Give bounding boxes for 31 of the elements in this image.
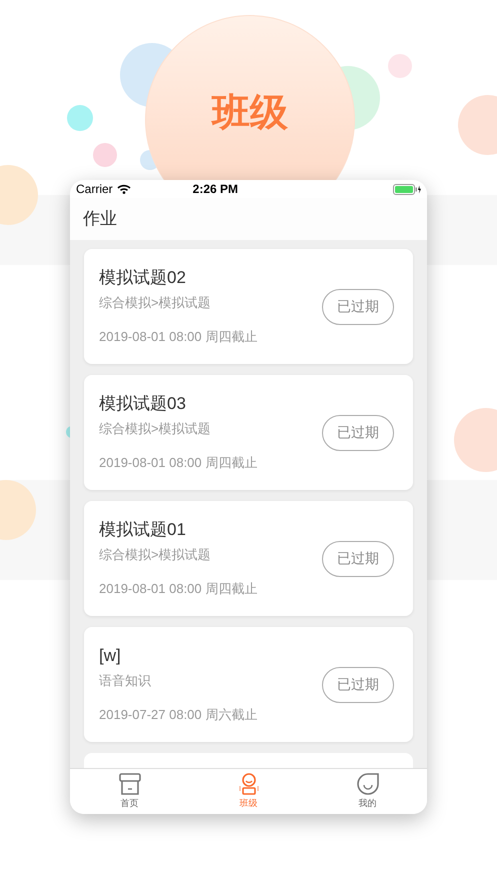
assignment-title: [w] (99, 645, 122, 667)
deadline-text: 2019-07-27 08:00 周六截止 (99, 706, 258, 724)
assignment-card[interactable]: 模拟试题03 综合模拟>模拟试题 2019-08-01 08:00 周四截止 已过期 (84, 375, 413, 490)
deadline-text: 2019-08-01 08:00 周四截止 (99, 454, 258, 472)
expired-button[interactable]: 已过期 (322, 666, 394, 702)
assignment-card[interactable]: 模拟试题02 综合模拟>模拟试题 2019-08-01 08:00 周四截止 已过期 (84, 249, 413, 364)
tab-item[interactable]: 我的 (308, 769, 427, 814)
carrier-text: Carrier (76, 181, 113, 198)
person-icon (236, 772, 260, 796)
header-title: 作业 (83, 208, 117, 230)
expired-button[interactable]: 已过期 (322, 288, 394, 324)
box-icon (118, 772, 142, 796)
assignment-title: 模拟试题01 (99, 519, 187, 541)
expired-button[interactable]: 已过期 (322, 414, 394, 450)
assignment-category: 综合模拟>模拟试题 (99, 420, 212, 438)
expired-button[interactable]: 已过期 (322, 540, 394, 576)
deadline-text: 2019-08-01 08:00 周四截止 (99, 580, 258, 598)
banner-title: 班级 (212, 94, 288, 136)
drop-icon (356, 772, 380, 796)
assignment-category: 语音知识 (99, 672, 152, 690)
assignment-card[interactable]: 模拟试题01 综合模拟>模拟试题 2019-08-01 08:00 周四截止 已过期 (84, 501, 413, 616)
assignment-title: 模拟试题03 (99, 393, 187, 415)
battery-icon (393, 184, 421, 194)
deadline-text: 2019-08-01 08:00 周四截止 (99, 328, 258, 346)
assignment-title: 模拟试题02 (99, 267, 187, 289)
assignment-category: 综合模拟>模拟试题 (99, 546, 212, 564)
tab-item[interactable]: 首页 (70, 769, 189, 814)
wifi-icon (116, 184, 131, 194)
assignment-card[interactable]: [w] 语音知识 2019-07-27 08:00 周六截止 已过期 (84, 627, 413, 742)
assignment-category: 综合模拟>模拟试题 (99, 294, 212, 312)
time-text: 2:26 PM (192, 181, 238, 198)
